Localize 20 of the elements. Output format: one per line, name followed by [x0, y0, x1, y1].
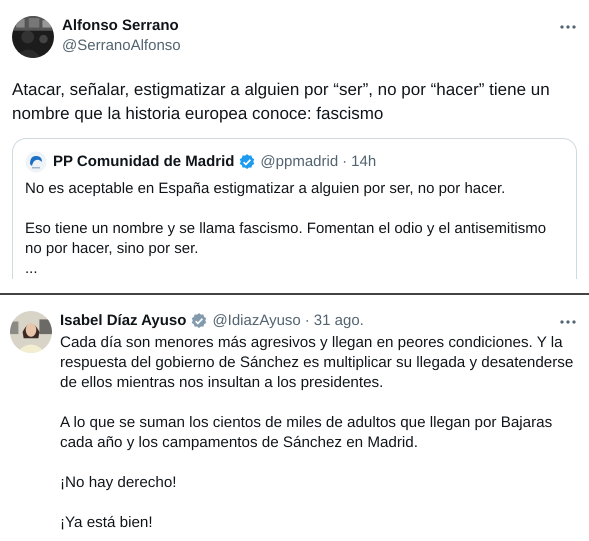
logo-icon: [25, 151, 47, 173]
quoted-tweet-card[interactable]: [12, 138, 577, 279]
tweet-text: Cada día son menores más agresivos y llegan en peores condiciones. Y la respuesta del gobierno de Sánchez es multiplicar su llegada y desatenderse de ellos mientras nos insultan a los presidentes.: [60, 333, 574, 393]
tweet-text: No es aceptable en España estigmatizar a alguien por ser, no por hacer.: [25, 179, 506, 199]
separator-dot: ·: [304, 311, 310, 331]
post-time[interactable]: 14h: [351, 152, 376, 172]
author-handle[interactable]: @ppmadrid: [260, 152, 338, 172]
author-handle[interactable]: @SerranoAlfonso: [62, 36, 551, 56]
post-time[interactable]: 31 ago.: [314, 311, 364, 331]
tweet-text: ¡Ya está bien!: [60, 513, 154, 533]
tweet-text: Eso tiene un nombre y se llama fascismo. Fomentan el odio y el antisemitismo no por hacer, sino por ser.: [25, 219, 548, 259]
tweet-text: ...: [25, 259, 39, 279]
separator-dot: ·: [342, 152, 348, 172]
author-name[interactable]: Isabel Díaz Ayuso: [60, 311, 186, 331]
tweet-text: ¡No hay derecho!: [60, 473, 178, 493]
author-handle[interactable]: @IdiazAyuso: [212, 311, 301, 331]
author-name[interactable]: PP Comunidad de Madrid: [53, 152, 234, 172]
tweet-text: Atacar, señalar, estigmatizar a alguien por “ser”, no por “hacer” tiene un nombre que la historia europea conoce: fascismo: [12, 79, 551, 125]
tweet-text: A lo que se suman los cientos de miles de adultos que llegan por Bajaras cada año y los campamentos de Sánchez en Madrid.: [60, 413, 554, 453]
author-name[interactable]: Alfonso Serrano: [62, 16, 551, 36]
